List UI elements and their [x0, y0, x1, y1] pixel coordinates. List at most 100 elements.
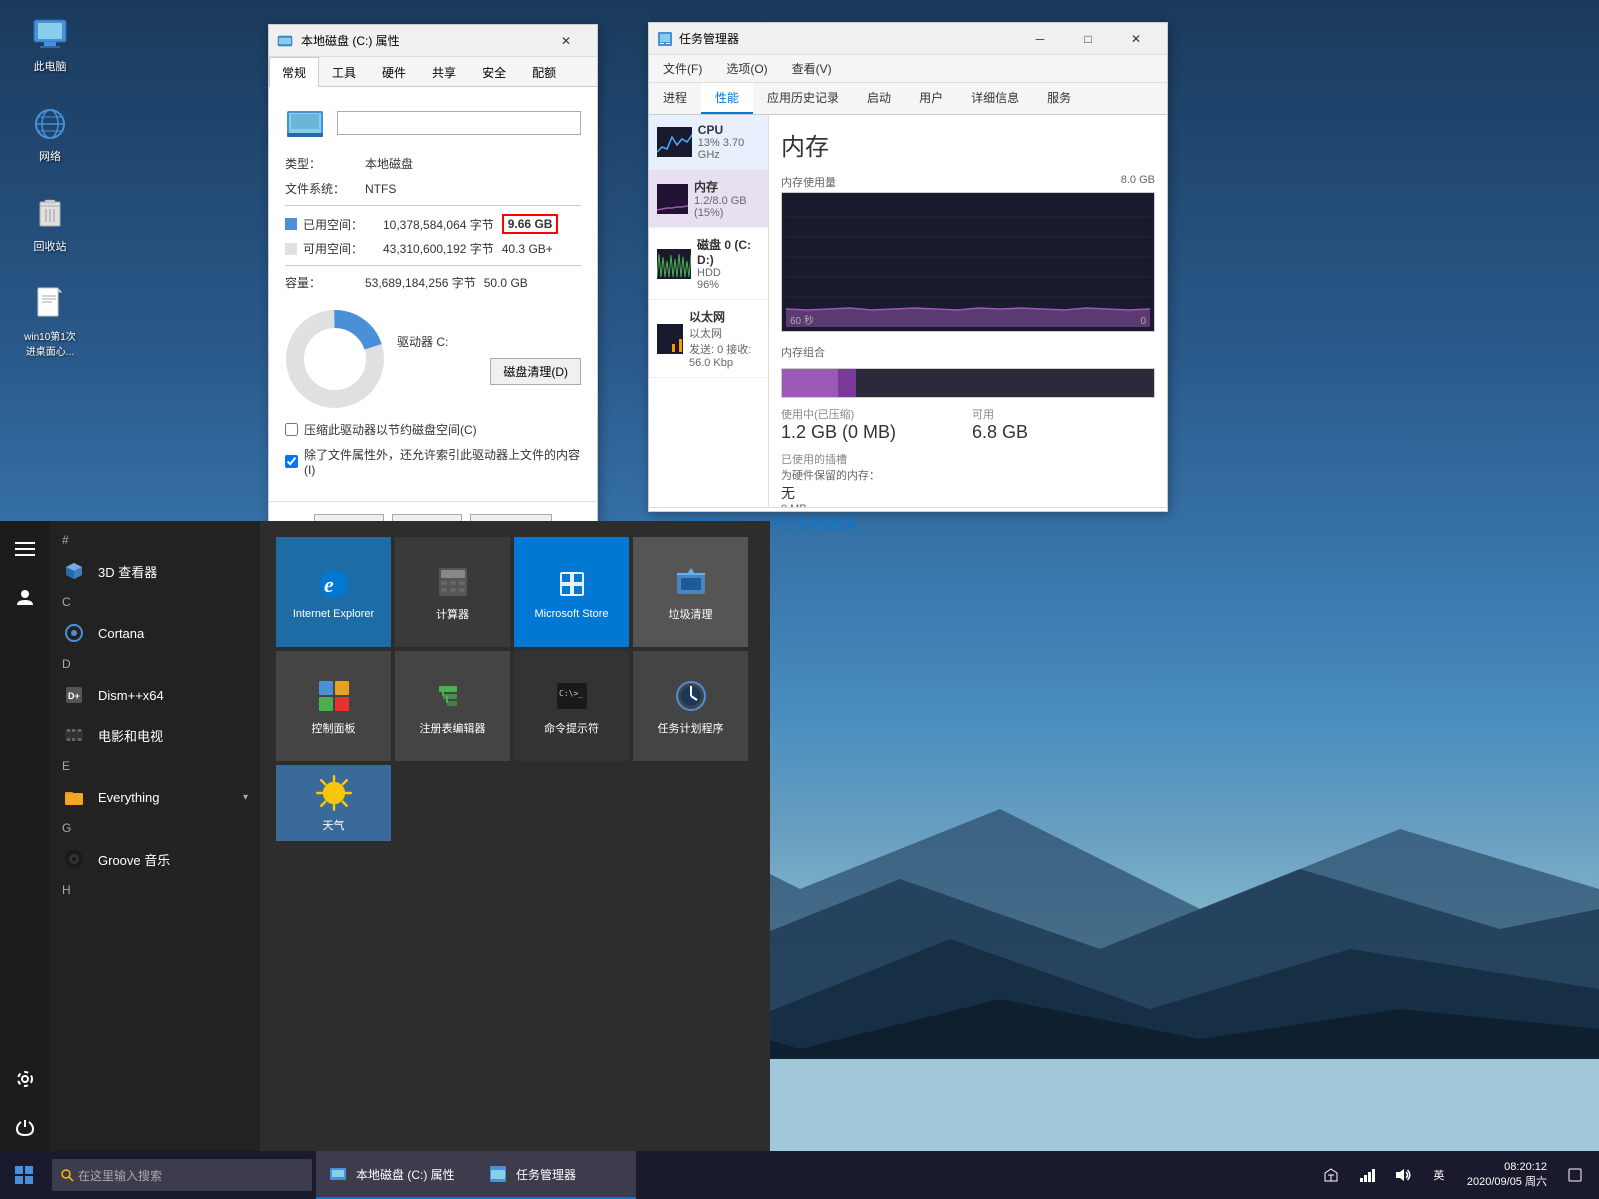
tab-general[interactable]: 常规 — [269, 57, 319, 87]
tile-ie[interactable]: e Internet Explorer — [276, 537, 391, 647]
tile-calc[interactable]: 计算器 — [395, 537, 510, 647]
tab-tools[interactable]: 工具 — [319, 57, 369, 87]
memory-composition-bar — [781, 368, 1155, 398]
tm-maximize-button[interactable]: □ — [1065, 23, 1111, 55]
desktop-icon-trash[interactable]: 回收站 — [10, 190, 90, 258]
sidebar-item-memory[interactable]: 内存 1.2/8.0 GB (15%) — [649, 170, 768, 228]
taskbar-item-disk[interactable]: 本地磁盘 (C:) 属性 — [316, 1151, 476, 1199]
user-account-button[interactable] — [1, 573, 49, 621]
volume-tray-icon[interactable] — [1387, 1159, 1419, 1191]
disk-clean-button[interactable]: 磁盘清理(D) — [490, 358, 581, 385]
taskbar-search[interactable]: 在这里输入搜索 — [52, 1159, 312, 1191]
desktop-icon-computer[interactable]: 此电脑 — [10, 10, 90, 78]
app-3d-viewer[interactable]: 3D 查看器 — [50, 551, 260, 591]
chart-labels: 内存使用量 8.0 GB — [781, 174, 1155, 190]
start-button[interactable] — [0, 1151, 48, 1199]
tile-cmd[interactable]: C:\>_ 命令提示符 — [514, 651, 629, 761]
disk-pct: 96% — [697, 279, 760, 291]
tab-quota[interactable]: 配额 — [519, 57, 569, 87]
tab-startup[interactable]: 启动 — [853, 83, 905, 114]
show-desktop-button[interactable] — [1315, 1159, 1347, 1191]
tab-app-history[interactable]: 应用历史记录 — [753, 83, 853, 114]
mem-used-seg — [782, 369, 838, 397]
stat-reserved-label: 为硬件保留的内存： — [781, 467, 964, 483]
tm-monitor-button[interactable]: ⊘ 打开资源监视器 — [758, 515, 856, 532]
tm-close-button[interactable]: ✕ — [1113, 23, 1159, 55]
power-button[interactable] — [1, 1103, 49, 1151]
tab-security[interactable]: 安全 — [469, 57, 519, 87]
ie-tile-label: Internet Explorer — [293, 608, 374, 620]
tab-users[interactable]: 用户 — [905, 83, 957, 114]
app-movies[interactable]: 电影和电视 — [50, 715, 260, 755]
tile-weather[interactable]: 天气 — [276, 765, 391, 841]
disk-capacity-row: 容量： 53,689,184,256 字节 50.0 GB — [285, 274, 581, 291]
cmd-tile-label: 命令提示符 — [544, 720, 599, 736]
taskbar-item-tm[interactable]: 任务管理器 — [476, 1151, 636, 1199]
tm-menu-options[interactable]: 选项(O) — [720, 56, 773, 81]
section-header-hash: # — [50, 529, 260, 551]
tm-titlebar[interactable]: 任务管理器 ─ □ ✕ — [649, 23, 1167, 55]
movies-label: 电影和电视 — [98, 726, 163, 745]
mem-comp-label: 内存组合 — [781, 344, 1155, 360]
tray-datetime[interactable]: 08:20:12 2020/09/05 周六 — [1459, 1160, 1555, 1191]
tm-menu-file[interactable]: 文件(F) — [657, 56, 708, 81]
compress-checkbox-row: 压缩此驱动器以节约磁盘空间(C) — [285, 421, 581, 438]
mem-mini-chart — [657, 184, 688, 214]
tm-minimize-button[interactable]: ─ — [1017, 23, 1063, 55]
disk-name-input[interactable] — [337, 111, 581, 135]
sidebar-item-network[interactable]: 以太网 以太网 发送: 0 接收: 56.0 Kbp — [649, 300, 768, 378]
tm-tabs: 进程 性能 应用历史记录 启动 用户 详细信息 服务 — [649, 83, 1167, 115]
compress-checkbox[interactable] — [285, 423, 298, 436]
notification-button[interactable] — [1559, 1159, 1591, 1191]
app-groove[interactable]: Groove 音乐 — [50, 839, 260, 879]
sidebar-item-disk[interactable]: 磁盘 0 (C: D:) HDD 96% — [649, 228, 768, 300]
tab-processes[interactable]: 进程 — [649, 83, 701, 114]
desktop-icon-network[interactable]: 网络 — [10, 100, 90, 168]
index-label: 除了文件属性外，还允许索引此驱动器上文件的内容(I) — [304, 446, 581, 477]
section-header-c: C — [50, 591, 260, 613]
disk-value: HDD — [697, 267, 760, 279]
capacity-gb: 50.0 GB — [484, 276, 528, 290]
section-header-d: D — [50, 653, 260, 675]
expand-icon: ▾ — [243, 792, 248, 803]
disk-label: 磁盘 0 (C: D:) — [697, 236, 760, 267]
desktop-icon-file[interactable]: win10第1次进桌面心... — [10, 280, 90, 362]
app-everything[interactable]: Everything ▾ — [50, 777, 260, 817]
stat-slot: 已使用的插槽 为硬件保留的内存： 无 0 MB — [781, 451, 964, 507]
app-dism[interactable]: D+ Dism++x64 — [50, 675, 260, 715]
tab-performance[interactable]: 性能 — [701, 83, 753, 114]
taskbar-items: 本地磁盘 (C:) 属性 任务管理器 — [316, 1151, 1307, 1199]
mem-mod-seg — [838, 369, 857, 397]
mem-usage-label: 内存使用量 — [781, 174, 836, 190]
tab-details[interactable]: 详细信息 — [957, 83, 1033, 114]
tile-clean[interactable]: 垃圾清理 — [633, 537, 748, 647]
weather-tile-icon — [314, 773, 354, 813]
tile-taskschd[interactable]: 任务计划程序 — [633, 651, 748, 761]
network-tray-icon[interactable] — [1351, 1159, 1383, 1191]
index-checkbox[interactable] — [285, 455, 298, 468]
disk-props-close-button[interactable]: ✕ — [543, 25, 589, 57]
store-tile-icon — [552, 564, 592, 604]
tab-services[interactable]: 服务 — [1033, 83, 1085, 114]
chart-time-label: 60 秒 — [790, 312, 814, 327]
tm-menu-view[interactable]: 查看(V) — [786, 56, 838, 81]
tm-section-title: 内存 — [781, 127, 1155, 162]
disk-taskbar-label: 本地磁盘 (C:) 属性 — [356, 1166, 455, 1183]
compress-label: 压缩此驱动器以节约磁盘空间(C) — [304, 421, 477, 438]
tab-hardware[interactable]: 硬件 — [369, 57, 419, 87]
sidebar-item-cpu[interactable]: CPU 13% 3.70 GHz — [649, 115, 768, 170]
disk-props-titlebar[interactable]: 本地磁盘 (C:) 属性 ✕ — [269, 25, 597, 57]
tile-regedit[interactable]: 注册表编辑器 — [395, 651, 510, 761]
app-cortana[interactable]: Cortana — [50, 613, 260, 653]
tm-content: CPU 13% 3.70 GHz 内存 — [649, 115, 1167, 507]
start-settings-button[interactable] — [1, 1055, 49, 1103]
hamburger-menu-button[interactable] — [1, 525, 49, 573]
start-tiles-panel: e Internet Explorer — [260, 521, 770, 1151]
tile-panel[interactable]: 控制面板 — [276, 651, 391, 761]
trash-icon — [30, 194, 70, 234]
free-color-box — [285, 243, 297, 255]
store-tile-label: Microsoft Store — [535, 608, 609, 620]
lang-indicator[interactable]: 英 — [1423, 1159, 1455, 1191]
tile-store[interactable]: Microsoft Store — [514, 537, 629, 647]
tab-share[interactable]: 共享 — [419, 57, 469, 87]
